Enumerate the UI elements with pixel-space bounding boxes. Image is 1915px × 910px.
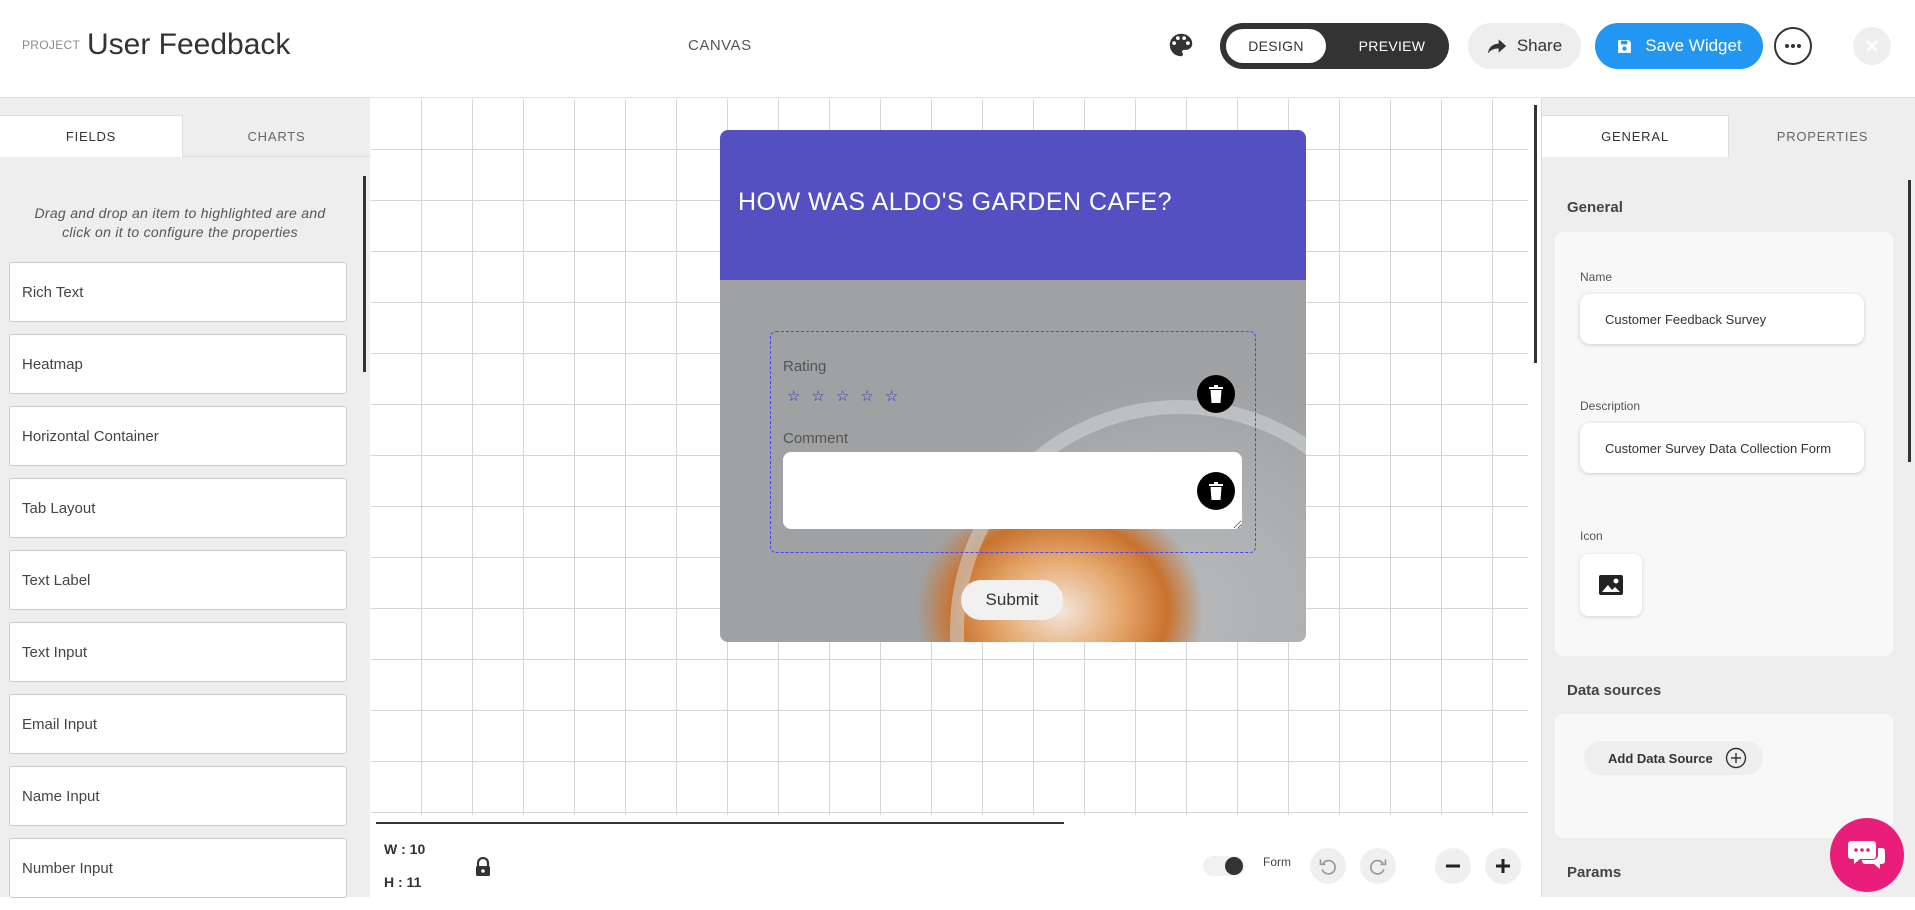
zoom-in-button[interactable] xyxy=(1485,848,1521,884)
undo-button[interactable] xyxy=(1310,848,1346,884)
zoom-out-button[interactable] xyxy=(1435,848,1471,884)
project-title[interactable]: User Feedback xyxy=(87,28,290,62)
close-icon xyxy=(1866,40,1878,52)
top-header: PROJECT User Feedback CANVAS DESIGN PREV… xyxy=(0,0,1915,98)
redo-button[interactable] xyxy=(1360,848,1396,884)
description-caption: Description xyxy=(1580,399,1641,413)
feedback-widget[interactable]: HOW WAS ALDO'S GARDEN CAFE? Rating ☆ ☆ ☆… xyxy=(720,130,1306,642)
share-arrow-icon xyxy=(1487,39,1506,54)
properties-panel: GENERAL PROPERTIES General Name Descript… xyxy=(1541,98,1915,897)
delete-comment-button[interactable] xyxy=(1197,472,1235,510)
mode-toggle: DESIGN PREVIEW xyxy=(1220,23,1449,69)
field-item-text-input[interactable]: Text Input xyxy=(9,622,347,682)
comment-textarea[interactable] xyxy=(783,452,1242,529)
left-panel-scrollbar[interactable] xyxy=(363,176,366,372)
data-sources-card: Add Data Source xyxy=(1555,714,1893,838)
chat-icon xyxy=(1848,841,1885,869)
field-item-heatmap[interactable]: Heatmap xyxy=(9,334,347,394)
share-button[interactable]: Share xyxy=(1468,23,1581,69)
icon-caption: Icon xyxy=(1580,529,1603,543)
floppy-disk-icon xyxy=(1618,39,1632,53)
width-readout: W : 10 xyxy=(384,841,426,857)
field-item-name-input[interactable]: Name Input xyxy=(9,766,347,826)
field-item-rich-text[interactable]: Rich Text xyxy=(9,262,347,322)
data-sources-title: Data sources xyxy=(1567,682,1662,699)
chat-support-button[interactable] xyxy=(1830,818,1904,892)
fields-panel: FIELDS CHARTS Drag and drop an item to h… xyxy=(0,98,370,898)
tab-properties[interactable]: PROPERTIES xyxy=(1729,115,1915,157)
name-field[interactable] xyxy=(1580,294,1864,344)
canvas-horizontal-scrollbar[interactable] xyxy=(376,822,1064,824)
tab-general[interactable]: GENERAL xyxy=(1542,115,1729,157)
submit-button[interactable]: Submit xyxy=(961,580,1063,620)
image-icon xyxy=(1599,575,1623,595)
preview-mode-button[interactable]: PREVIEW xyxy=(1342,29,1442,63)
delete-rating-button[interactable] xyxy=(1197,375,1235,413)
star-icon[interactable]: ☆ xyxy=(885,387,898,405)
add-data-source-button[interactable]: Add Data Source xyxy=(1584,741,1763,775)
canvas-vertical-scrollbar[interactable] xyxy=(1534,105,1537,363)
field-item-horizontal-container[interactable]: Horizontal Container xyxy=(9,406,347,466)
minus-icon xyxy=(1446,864,1460,868)
form-label: Form xyxy=(1263,855,1291,869)
trash-icon xyxy=(1209,482,1223,500)
height-readout: H : 11 xyxy=(384,874,422,890)
widget-title: HOW WAS ALDO'S GARDEN CAFE? xyxy=(738,188,1173,216)
name-caption: Name xyxy=(1580,270,1613,284)
drag-hint-text: Drag and drop an item to highlighted are… xyxy=(34,205,326,240)
save-widget-label: Save Widget xyxy=(1645,36,1742,55)
comment-label: Comment xyxy=(783,430,849,447)
general-card: Name Description Icon xyxy=(1555,232,1893,656)
general-section-title: General xyxy=(1567,199,1623,216)
field-item-email-input[interactable]: Email Input xyxy=(9,694,347,754)
field-item-tab-layout[interactable]: Tab Layout xyxy=(9,478,347,538)
plus-circle-icon xyxy=(1725,747,1746,769)
undo-icon xyxy=(1319,859,1336,875)
design-mode-button[interactable]: DESIGN xyxy=(1226,29,1326,63)
save-widget-button[interactable]: Save Widget xyxy=(1595,23,1763,69)
star-icon[interactable]: ☆ xyxy=(836,387,849,405)
right-panel-scrollbar[interactable] xyxy=(1908,180,1911,462)
tab-charts[interactable]: CHARTS xyxy=(183,115,370,157)
close-button[interactable] xyxy=(1853,27,1891,65)
description-field[interactable] xyxy=(1580,423,1864,473)
rating-label: Rating xyxy=(783,358,827,375)
redo-icon xyxy=(1370,859,1387,875)
share-label: Share xyxy=(1516,36,1563,55)
plus-icon xyxy=(1496,859,1510,873)
canvas-label: CANVAS xyxy=(688,37,752,54)
widget-header: HOW WAS ALDO'S GARDEN CAFE? xyxy=(720,130,1306,280)
palette-icon[interactable] xyxy=(1166,30,1196,60)
ellipsis-icon xyxy=(1785,44,1801,48)
left-tabs: FIELDS CHARTS xyxy=(0,115,370,157)
trash-icon xyxy=(1209,385,1223,403)
star-icon[interactable]: ☆ xyxy=(860,387,873,405)
rating-stars: ☆ ☆ ☆ ☆ ☆ xyxy=(787,387,898,405)
params-title: Params xyxy=(1567,864,1622,881)
widget-body: Rating ☆ ☆ ☆ ☆ ☆ Comment Submit xyxy=(720,280,1306,642)
field-item-number-input[interactable]: Number Input xyxy=(9,838,347,898)
project-label: PROJECT xyxy=(22,38,81,52)
field-list: Rich Text Heatmap Horizontal Container T… xyxy=(9,262,347,910)
icon-picker[interactable] xyxy=(1580,554,1642,616)
star-icon[interactable]: ☆ xyxy=(811,387,824,405)
lock-icon[interactable] xyxy=(474,856,492,877)
add-data-source-label: Add Data Source xyxy=(1608,750,1713,766)
field-item-text-label[interactable]: Text Label xyxy=(9,550,347,610)
tab-fields[interactable]: FIELDS xyxy=(0,115,183,157)
form-toggle[interactable] xyxy=(1203,856,1245,876)
star-icon[interactable]: ☆ xyxy=(787,387,800,405)
more-options-button[interactable] xyxy=(1774,27,1812,65)
